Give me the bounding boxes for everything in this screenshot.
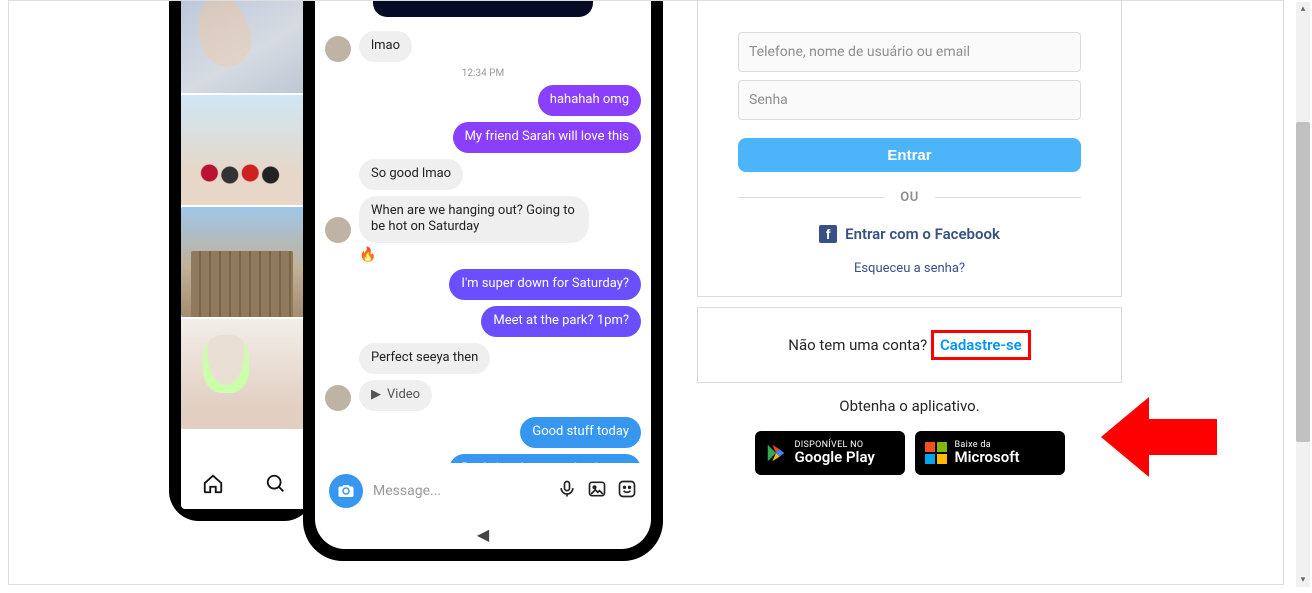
message-bubble: When are we hanging out? Going to be hot… <box>359 196 589 244</box>
avatar <box>325 217 351 243</box>
chat-timestamp: 12:34 PM <box>325 68 641 79</box>
message-row: When are we hanging out? Going to be hot… <box>325 196 641 244</box>
message-input[interactable]: Message... <box>373 483 547 499</box>
microsoft-store-text: Baixe da Microsoft <box>955 441 1020 465</box>
scrollbar-thumb[interactable] <box>1296 122 1310 442</box>
scroll-down-button[interactable]: ▾ <box>1296 573 1310 587</box>
login-card: Telefone, nome de usuário ou email Senha… <box>697 0 1122 297</box>
password-field[interactable]: Senha <box>738 80 1081 120</box>
username-placeholder: Telefone, nome de usuário ou email <box>749 44 970 60</box>
video-message: ▶ Video <box>359 380 432 411</box>
microsoft-big: Microsoft <box>955 450 1020 465</box>
story-tile <box>181 95 308 205</box>
phone-mockups: lmao 12:34 PM hahahah omg My friend Sara… <box>169 0 689 585</box>
message-row: I'm super down for Saturday? <box>325 269 641 300</box>
password-placeholder: Senha <box>749 92 788 108</box>
message-row: My friend Sarah will love this <box>325 122 641 153</box>
message-row: hahahah omg <box>325 85 641 116</box>
message-row: Meet at the park? 1pm? <box>325 306 641 337</box>
divider-line <box>935 197 1081 198</box>
signup-prompt: Não tem uma conta? <box>788 336 931 354</box>
signup-link[interactable]: Cadastre-se <box>938 334 1024 356</box>
camera-button[interactable] <box>329 474 363 508</box>
image-icon[interactable] <box>587 479 607 504</box>
mic-icon[interactable] <box>557 479 577 504</box>
google-play-button[interactable]: DISPONÍVEL NO Google Play <box>755 431 905 475</box>
message-bubble: My friend Sarah will love this <box>453 122 641 153</box>
phone-back-screen <box>181 0 308 509</box>
chat-shared-image <box>373 0 593 17</box>
home-icon <box>202 473 224 501</box>
message-row: So good lmao <box>325 159 641 190</box>
avatar <box>325 36 351 62</box>
message-row: lmao <box>325 31 641 62</box>
back-triangle-icon: ◀ <box>477 525 489 544</box>
phone-back-nav <box>181 465 308 509</box>
microsoft-store-button[interactable]: Baixe da Microsoft <box>915 431 1065 475</box>
facebook-icon: f <box>819 225 837 243</box>
chat-input-bar: Message... <box>315 463 651 519</box>
page-viewport: lmao 12:34 PM hahahah omg My friend Sara… <box>8 0 1284 585</box>
message-bubble: So good lmao <box>359 159 463 190</box>
phone-front-screen: lmao 12:34 PM hahahah omg My friend Sara… <box>315 0 651 549</box>
avatar <box>325 385 351 411</box>
message-bubble: Good stuff today <box>520 417 641 448</box>
divider-text: OU <box>900 190 919 205</box>
login-divider: OU <box>738 190 1081 205</box>
message-row: Good stuff today <box>325 417 641 448</box>
phone-back <box>169 0 314 521</box>
google-play-big: Google Play <box>795 450 875 465</box>
fire-reaction-icon: 🔥 <box>359 247 641 263</box>
story-column <box>181 0 308 465</box>
login-button[interactable]: Entrar <box>738 138 1081 172</box>
login-column: Telefone, nome de usuário ou email Senha… <box>697 0 1122 475</box>
username-field[interactable]: Telefone, nome de usuário ou email <box>738 32 1081 72</box>
play-icon: ▶ <box>371 387 381 404</box>
story-tile <box>181 207 308 317</box>
signup-card: Não tem uma conta? Cadastre-se <box>697 307 1122 383</box>
google-play-text: DISPONÍVEL NO Google Play <box>795 441 875 465</box>
message-row: Perfect seeya then <box>325 343 641 374</box>
phone-front: lmao 12:34 PM hahahah omg My friend Sara… <box>303 0 663 561</box>
get-app-label: Obtenha o aplicativo. <box>697 397 1122 415</box>
facebook-login-button[interactable]: f Entrar com o Facebook <box>738 225 1081 243</box>
message-bubble: Meet at the park? 1pm? <box>481 306 641 337</box>
android-nav-bar: ◀ <box>315 519 651 549</box>
message-row: Reels just keep getting better <box>325 454 641 463</box>
facebook-login-label: Entrar com o Facebook <box>845 225 1000 243</box>
message-bubble: hahahah omg <box>538 85 641 116</box>
annotation-arrow <box>1101 397 1221 477</box>
signup-highlight-box: Cadastre-se <box>931 330 1031 360</box>
message-bubble: Reels just keep getting better <box>449 454 641 463</box>
arrow-body <box>1147 419 1217 455</box>
message-row: ▶ Video <box>325 380 641 411</box>
scroll-up-button[interactable]: ▴ <box>1296 2 1310 16</box>
search-icon <box>265 473 287 501</box>
app-store-row: DISPONÍVEL NO Google Play Baixe da Micro… <box>697 431 1122 475</box>
video-label: Video <box>387 387 420 404</box>
sticker-icon[interactable] <box>617 479 637 504</box>
message-bubble: I'm super down for Saturday? <box>449 269 641 300</box>
google-play-icon <box>765 442 787 464</box>
divider-line <box>738 197 884 198</box>
message-bubble: Perfect seeya then <box>359 343 490 374</box>
story-tile <box>181 0 308 93</box>
microsoft-icon <box>925 442 947 464</box>
arrow-head-icon <box>1101 397 1149 477</box>
message-bubble: lmao <box>359 31 412 62</box>
chat-body: lmao 12:34 PM hahahah omg My friend Sara… <box>315 23 651 463</box>
forgot-password-link[interactable]: Esqueceu a senha? <box>738 261 1081 276</box>
story-tile <box>181 319 308 429</box>
